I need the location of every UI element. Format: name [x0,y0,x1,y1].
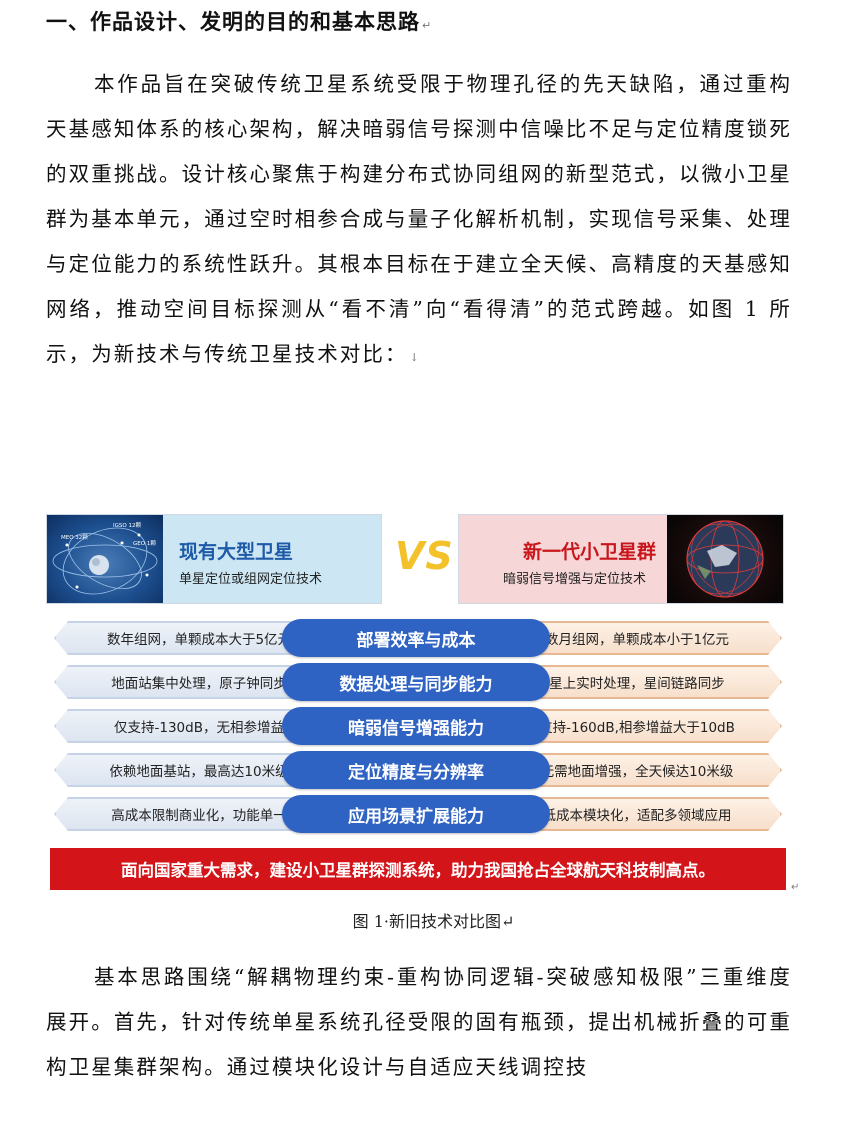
legacy-satellite-title: 现有大型卫星 [179,541,294,563]
comparison-dimension: 应用场景扩展能力 [282,795,550,833]
new-cluster-title: 新一代小卫星群 [523,541,657,563]
comparison-row: 高成本限制商业化，功能单一 低成本模块化，适配多领域应用 应用场景扩展能力 [54,792,782,836]
comparison-row: 数年组网，单颗成本大于5亿元 数月组网，单颗成本小于1亿元 部署效率与成本 [54,616,782,660]
comparison-figure: IGSO 12颗 MEO 32颗 GEO 1颗 现有大型卫星 单星定位或组网定位… [46,512,799,894]
figure-enter-mark: ↵ [791,882,800,893]
paragraph-1-text: 本作品旨在突破传统卫星系统受限于物理孔径的先天缺陷，通过重构天基感知体系的核心架… [46,72,792,366]
new-cluster-card: 新一代小卫星群 暗弱信号增强与定位技术 [458,514,784,604]
comparison-dimension: 数据处理与同步能力 [282,663,550,701]
section-heading: 一、作品设计、发明的目的和基本思路 ↵ [46,6,432,36]
paragraph-2-text: 基本思路围绕“解耦物理约束-重构协同逻辑-突破感知极限”三重维度展开。首先，针对… [46,965,792,1079]
paragraph-2: 基本思路围绕“解耦物理约束-重构协同逻辑-突破感知极限”三重维度展开。首先，针对… [46,955,792,1090]
orbit-label-geo: GEO 1颗 [133,540,156,547]
comparison-dimension: 暗弱信号增强能力 [282,707,550,745]
section-heading-text: 一、作品设计、发明的目的和基本思路 [46,10,420,34]
paragraph-mark: ↵ [422,19,433,32]
figure-caption: 图 1·新旧技术对比图↵ [352,912,515,931]
comparison-rows: 数年组网，单颗成本大于5亿元 数月组网，单颗成本小于1亿元 部署效率与成本 地面… [54,616,782,836]
comparison-dimension: 部署效率与成本 [282,619,550,657]
orbit-label-meo: MEO 32颗 [61,534,88,541]
vs-label: VS [395,534,454,578]
legacy-satellite-subtitle: 单星定位或组网定位技术 [179,572,323,587]
paragraph-1: 本作品旨在突破传统卫星系统受限于物理孔径的先天缺陷，通过重构天基感知体系的核心架… [46,62,792,380]
conclusion-banner: 面向国家重大需求，建设小卫星群探测系统，助力我国抢占全球航天科技制高点。 [50,848,786,890]
orbit-label-igso: IGSO 12颗 [113,522,141,529]
earth-network-image [667,515,783,603]
comparison-row: 依赖地面基站，最高达10米级 无需地面增强，全天候达10米级 定位精度与分辨率 [54,748,782,792]
new-cluster-subtitle: 暗弱信号增强与定位技术 [503,572,647,587]
legacy-satellite-card: IGSO 12颗 MEO 32颗 GEO 1颗 现有大型卫星 单星定位或组网定位… [46,514,382,604]
satellite-constellation-image: IGSO 12颗 MEO 32颗 GEO 1颗 [47,515,163,603]
comparison-row: 地面站集中处理，原子钟同步 星上实时处理，星间链路同步 数据处理与同步能力 [54,660,782,704]
comparison-row: 仅支持-130dB，无相参增益 支持-160dB,相参增益大于10dB 暗弱信号… [54,704,782,748]
comparison-dimension: 定位精度与分辨率 [282,751,550,789]
line-break-mark: ↓ [409,351,421,364]
